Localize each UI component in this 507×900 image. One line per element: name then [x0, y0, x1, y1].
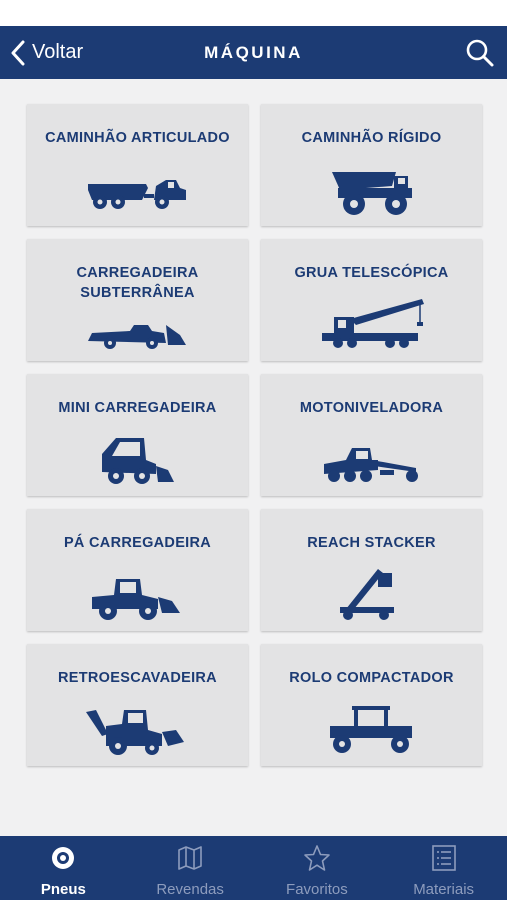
machine-card-pa-carregadeira[interactable]: PÁ CARREGADEIRA [27, 509, 248, 631]
machine-label: PÁ CARREGADEIRA [63, 535, 212, 551]
machine-label: ROLO COMPACTADOR [289, 670, 454, 686]
skid-steer-icon [102, 438, 174, 484]
star-icon [304, 845, 330, 871]
tab-label: Materiais [413, 881, 475, 898]
rigid-truck-icon [332, 172, 412, 215]
tab-materiais[interactable]: Materiais [380, 836, 507, 900]
tab-label: Pneus [40, 881, 86, 898]
backhoe-icon [86, 710, 184, 755]
tab-label: Revendas [156, 881, 224, 898]
search-icon[interactable] [465, 38, 495, 68]
motor-grader-icon [324, 448, 418, 482]
machine-label: GRUA TELESCÓPICA [294, 265, 449, 281]
list-icon [431, 845, 456, 871]
tab-bar: Pneus Revendas Favoritos Materiais [0, 836, 507, 900]
wheel-loader-icon [92, 579, 180, 620]
tab-revendas[interactable]: Revendas [127, 836, 254, 900]
nav-bar: Voltar MÁQUINA [0, 26, 507, 79]
machine-grid: CAMINHÃO ARTICULADO CAMINHÃO RÍGIDO CARR… [27, 104, 483, 766]
status-bar [0, 0, 507, 26]
machine-card-motoniveladora[interactable]: MOTONIVELADORA [261, 374, 482, 496]
articulated-truck-icon [88, 180, 186, 209]
telescopic-crane-icon [322, 299, 424, 348]
machine-card-retroescavadeira[interactable]: RETROESCAVADEIRA [27, 644, 248, 766]
machine-label: CAMINHÃO ARTICULADO [45, 130, 230, 146]
machine-card-caminhao-rigido[interactable]: CAMINHÃO RÍGIDO [261, 104, 482, 226]
reach-stacker-icon [340, 569, 394, 620]
roller-compactor-icon [330, 706, 412, 753]
chevron-left-icon [11, 40, 25, 65]
back-label: Voltar [32, 41, 84, 63]
machine-card-carregadeira-subterranea[interactable]: CARREGADEIRA SUBTERRÂNEA [27, 239, 248, 361]
tab-favoritos[interactable]: Favoritos [254, 836, 381, 900]
map-icon [178, 846, 202, 870]
tire-icon [52, 847, 75, 869]
machine-card-mini-carregadeira[interactable]: MINI CARREGADEIRA [27, 374, 248, 496]
underground-loader-icon [88, 325, 186, 349]
machine-card-rolo-compactador[interactable]: ROLO COMPACTADOR [261, 644, 482, 766]
machine-card-grua-telescopica[interactable]: GRUA TELESCÓPICA [261, 239, 482, 361]
machine-label: MOTONIVELADORA [299, 400, 444, 416]
back-button[interactable]: Voltar [10, 26, 83, 79]
machine-card-reach-stacker[interactable]: REACH STACKER [261, 509, 482, 631]
machine-card-caminhao-articulado[interactable]: CAMINHÃO ARTICULADO [27, 104, 248, 226]
machine-label: MINI CARREGADEIRA [58, 400, 217, 416]
machine-label: CAMINHÃO RÍGIDO [301, 130, 442, 146]
tab-label: Favoritos [286, 881, 348, 898]
machine-label: RETROESCAVADEIRA [58, 670, 217, 686]
machine-label: REACH STACKER [307, 535, 436, 551]
tab-pneus[interactable]: Pneus [0, 836, 127, 900]
